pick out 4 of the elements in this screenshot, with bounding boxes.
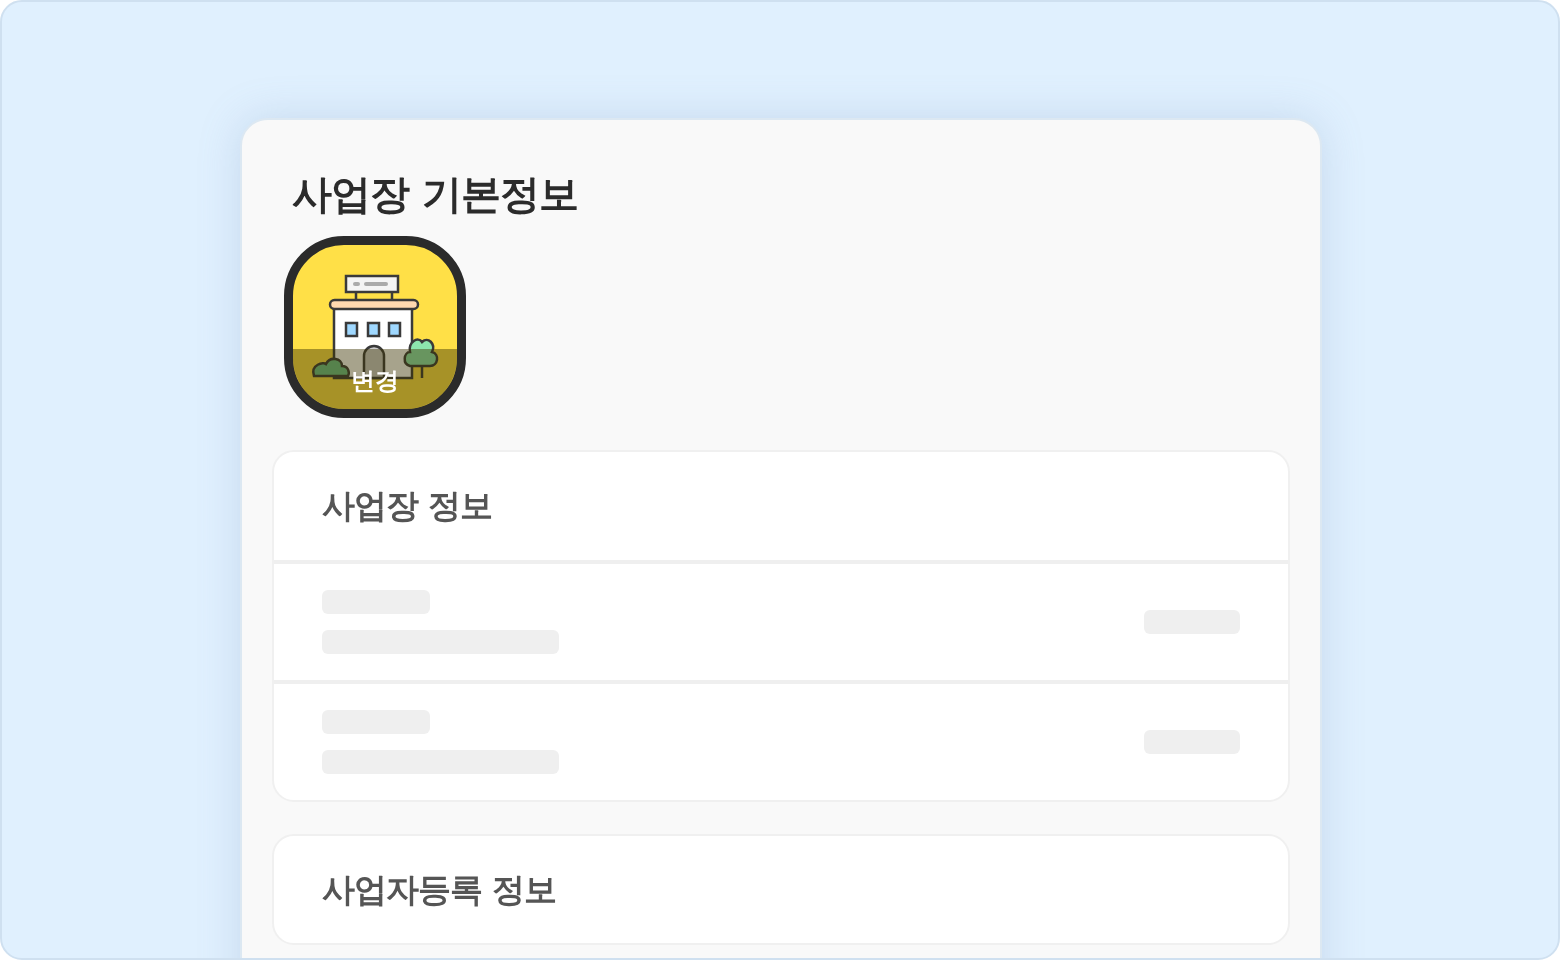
section-title: 사업장 정보: [321, 485, 494, 527]
page-title: 사업장 기본정보: [292, 170, 579, 218]
change-image-button[interactable]: 변경: [284, 236, 466, 418]
section-title: 사업자등록 정보: [321, 868, 558, 911]
